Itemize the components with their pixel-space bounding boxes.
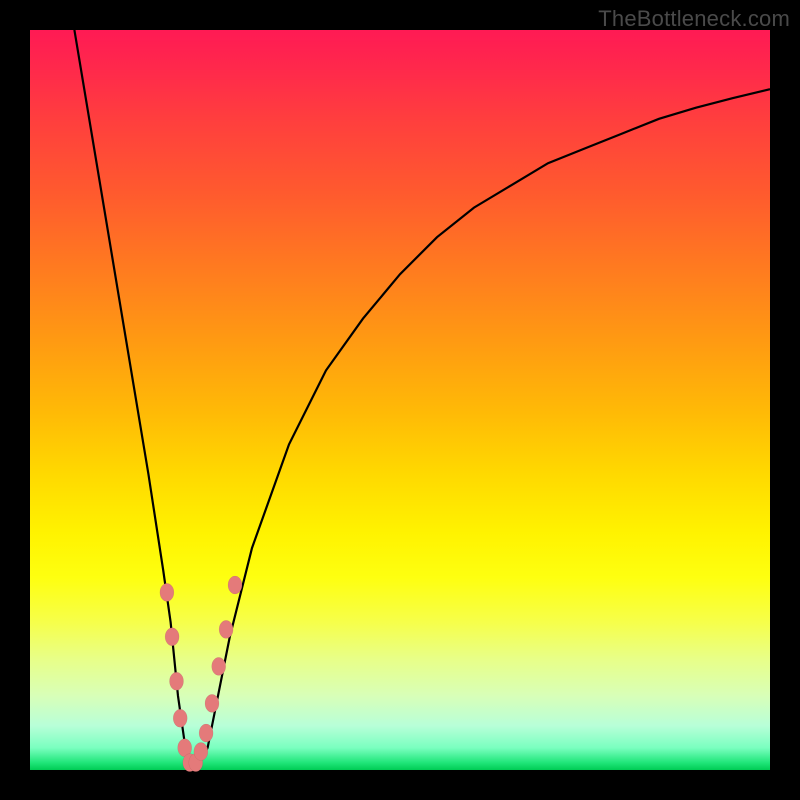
watermark-text: TheBottleneck.com xyxy=(598,6,790,32)
data-marker xyxy=(212,657,226,675)
bottleneck-curve xyxy=(30,30,770,770)
data-marker xyxy=(165,628,179,646)
data-marker xyxy=(205,694,219,712)
data-marker xyxy=(173,709,187,727)
data-marker xyxy=(199,724,213,742)
data-marker xyxy=(160,583,174,601)
data-marker xyxy=(219,620,233,638)
data-marker xyxy=(170,672,184,690)
chart-frame: TheBottleneck.com xyxy=(0,0,800,800)
data-marker xyxy=(228,576,242,594)
data-marker xyxy=(194,743,208,761)
